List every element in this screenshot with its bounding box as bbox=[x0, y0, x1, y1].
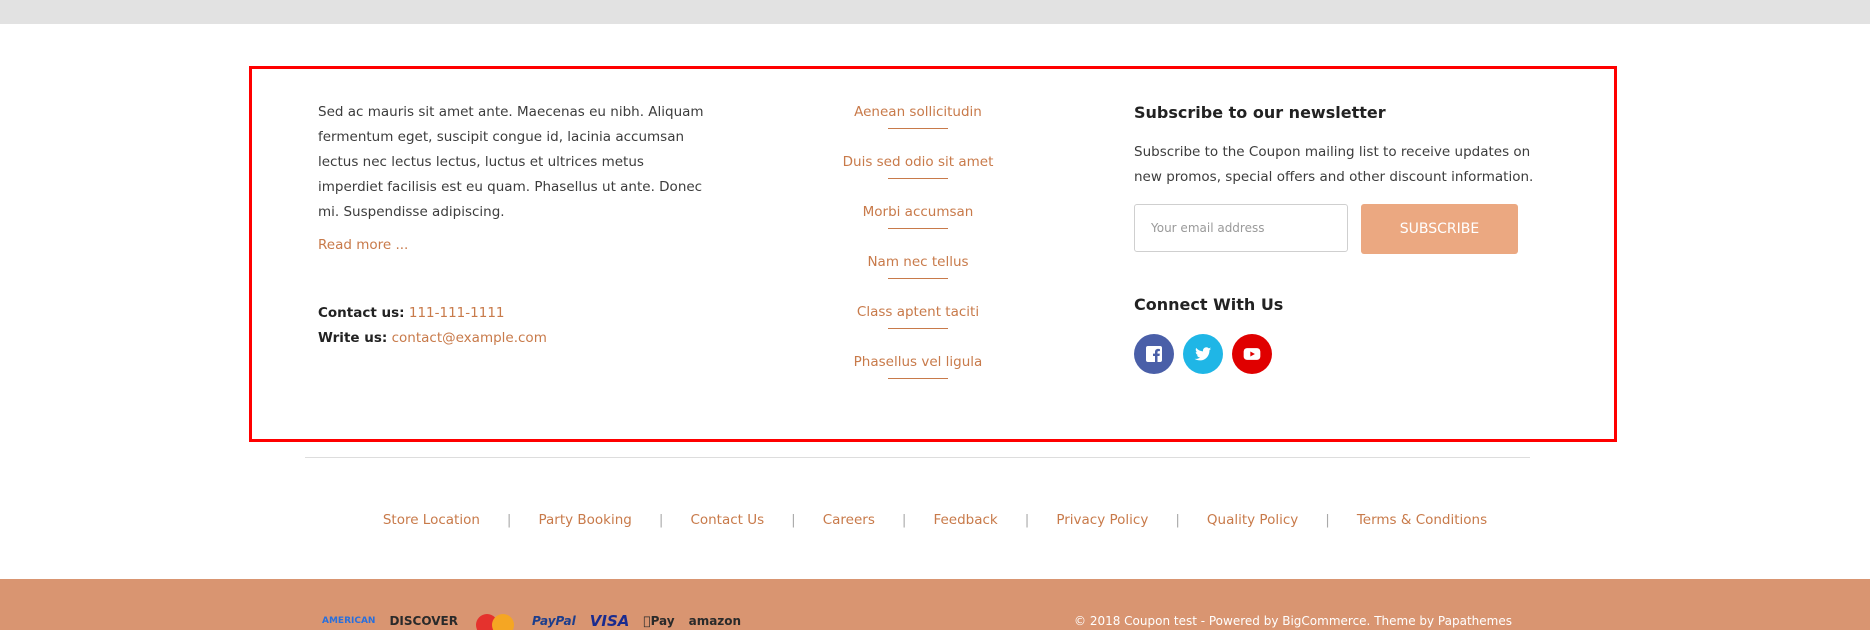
footer-link-morbi[interactable]: Morbi accumsan bbox=[863, 200, 974, 224]
footer-link-duis[interactable]: Duis sed odio sit amet bbox=[843, 150, 994, 174]
apple-pay-label: Pay bbox=[643, 614, 675, 628]
apple-logo-icon:  bbox=[643, 614, 650, 628]
contact-phone-label: Contact us: bbox=[318, 305, 405, 321]
facebook-glyph bbox=[1146, 346, 1162, 362]
mastercard-icon bbox=[472, 614, 518, 630]
footer-link-nam[interactable]: Nam nec tellus bbox=[867, 250, 968, 274]
nav-separator: | bbox=[1024, 512, 1030, 528]
facebook-icon[interactable] bbox=[1134, 334, 1174, 374]
nav-separator: | bbox=[901, 512, 907, 528]
link-underline bbox=[888, 328, 948, 329]
read-more-link[interactable]: Read more ... bbox=[318, 237, 408, 253]
visa-icon: VISA bbox=[589, 612, 630, 630]
amex-icon: AMERICAN bbox=[322, 616, 376, 626]
footer-divider bbox=[305, 457, 1530, 458]
nav-separator: | bbox=[791, 512, 796, 528]
apple-pay-icon: Pay bbox=[643, 614, 674, 628]
payment-icons: AMERICAN DISCOVER PayPal VISA Pay amazo… bbox=[322, 612, 741, 630]
link-underline bbox=[888, 178, 948, 179]
nav-separator: | bbox=[506, 512, 512, 528]
footer-link-item: Morbi accumsan bbox=[818, 200, 1018, 250]
connect-title: Connect With Us bbox=[1134, 295, 1284, 314]
link-underline bbox=[888, 378, 948, 379]
contact-email-row: Write us: contact@example.com bbox=[318, 326, 708, 351]
subscribe-button[interactable]: SUBSCRIBE bbox=[1361, 204, 1518, 254]
newsletter-description: Subscribe to the Coupon mailing list to … bbox=[1134, 144, 1534, 185]
social-links bbox=[1134, 334, 1534, 374]
about-text: Sed ac mauris sit amet ante. Maecenas eu… bbox=[318, 104, 704, 220]
email-input[interactable] bbox=[1134, 204, 1348, 252]
discover-icon: DISCOVER bbox=[389, 614, 458, 628]
nav-separator: | bbox=[1325, 512, 1330, 528]
contact-email-label: Write us: bbox=[318, 330, 388, 346]
twitter-glyph bbox=[1194, 347, 1212, 361]
amazon-pay-icon: amazon bbox=[681, 614, 741, 628]
footer-link-item: Class aptent taciti bbox=[818, 300, 1018, 350]
nav-separator: | bbox=[658, 512, 664, 528]
link-underline bbox=[888, 278, 948, 279]
nav-separator: | bbox=[1175, 512, 1180, 528]
contact-phone-row: Contact us: 111-111-1111 bbox=[318, 301, 708, 326]
footer-link-class[interactable]: Class aptent taciti bbox=[857, 300, 979, 324]
twitter-icon[interactable] bbox=[1183, 334, 1223, 374]
bottom-bar: AMERICAN DISCOVER PayPal VISA Pay amazo… bbox=[0, 579, 1870, 630]
contact-phone-link[interactable]: 111-111-1111 bbox=[409, 305, 505, 321]
newsletter-title: Subscribe to our newsletter bbox=[1134, 103, 1386, 122]
youtube-glyph bbox=[1243, 348, 1261, 360]
nav-terms-conditions[interactable]: Terms & Conditions bbox=[1357, 512, 1487, 528]
footer-link-item: Nam nec tellus bbox=[818, 250, 1018, 300]
paypal-icon: PayPal bbox=[531, 614, 576, 628]
contact-block: Contact us: 111-111-1111 Write us: conta… bbox=[318, 301, 708, 351]
nav-privacy-policy[interactable]: Privacy Policy bbox=[1056, 512, 1148, 528]
nav-quality-policy[interactable]: Quality Policy bbox=[1207, 512, 1298, 528]
nav-careers[interactable]: Careers bbox=[823, 512, 875, 528]
bottom-nav: Store Location | Party Booking | Contact… bbox=[0, 512, 1870, 528]
copyright-text: © 2018 Coupon test - Powered by BigComme… bbox=[1074, 614, 1512, 628]
footer-link-list: Aenean sollicitudin Duis sed odio sit am… bbox=[818, 100, 1018, 400]
youtube-icon[interactable] bbox=[1232, 334, 1272, 374]
nav-store-location[interactable]: Store Location bbox=[383, 512, 480, 528]
footer-link-item: Duis sed odio sit amet bbox=[818, 150, 1018, 200]
link-underline bbox=[888, 128, 948, 129]
newsletter-column: Subscribe to our newsletter Subscribe to… bbox=[1134, 100, 1534, 374]
nav-contact-us[interactable]: Contact Us bbox=[690, 512, 764, 528]
subscribe-form: SUBSCRIBE bbox=[1134, 204, 1534, 254]
links-column: Aenean sollicitudin Duis sed odio sit am… bbox=[818, 100, 1018, 400]
footer-link-phasellus[interactable]: Phasellus vel ligula bbox=[854, 350, 983, 374]
about-column: Sed ac mauris sit amet ante. Maecenas eu… bbox=[318, 100, 708, 351]
footer-link-item: Phasellus vel ligula bbox=[818, 350, 1018, 400]
contact-email-link[interactable]: contact@example.com bbox=[392, 330, 547, 346]
footer-link-aenean[interactable]: Aenean sollicitudin bbox=[854, 100, 982, 124]
link-underline bbox=[888, 228, 948, 229]
nav-feedback[interactable]: Feedback bbox=[933, 512, 997, 528]
top-gray-bar bbox=[0, 0, 1870, 24]
footer-link-item: Aenean sollicitudin bbox=[818, 100, 1018, 150]
nav-party-booking[interactable]: Party Booking bbox=[538, 512, 631, 528]
